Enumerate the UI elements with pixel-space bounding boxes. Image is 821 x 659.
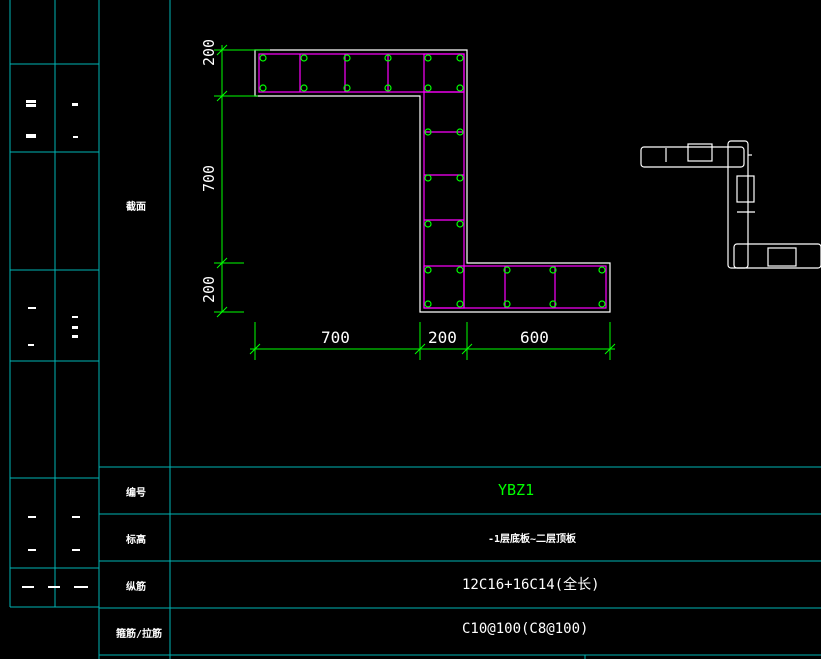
column-outline: [254, 49, 611, 313]
dim-label-bottom-left: 200: [200, 275, 218, 303]
row-header-id: 编号: [126, 488, 146, 499]
rebar-bars: [259, 54, 606, 308]
value-elevation[interactable]: -1层底板~二层顶板: [488, 530, 576, 545]
dim-label-bottom-b: 200: [428, 328, 457, 347]
row-header-elevation: 标高: [126, 535, 146, 546]
value-id[interactable]: YBZ1: [498, 481, 534, 499]
dim-label-bottom-c: 600: [520, 328, 549, 347]
rebar-cage: [258, 53, 607, 309]
row-header-section: 截面: [126, 202, 146, 213]
title-block: [9, 0, 100, 659]
value-longitudinal[interactable]: 12C16+16C14(全长): [462, 574, 600, 594]
dim-label-bottom-a: 700: [321, 328, 350, 347]
value-stirrup[interactable]: C10@100(C8@100): [462, 621, 588, 637]
cad-drawing-canvas[interactable]: [0, 0, 821, 659]
table-grid: [99, 0, 821, 659]
row-header-stirrup: 箍筋/拉筋: [116, 629, 163, 640]
dim-label-left-middle: 700: [200, 164, 218, 192]
detail-sketch: [640, 140, 821, 269]
dim-label-top-left: 200: [200, 38, 218, 66]
row-header-longitudinal: 纵筋: [126, 582, 146, 593]
